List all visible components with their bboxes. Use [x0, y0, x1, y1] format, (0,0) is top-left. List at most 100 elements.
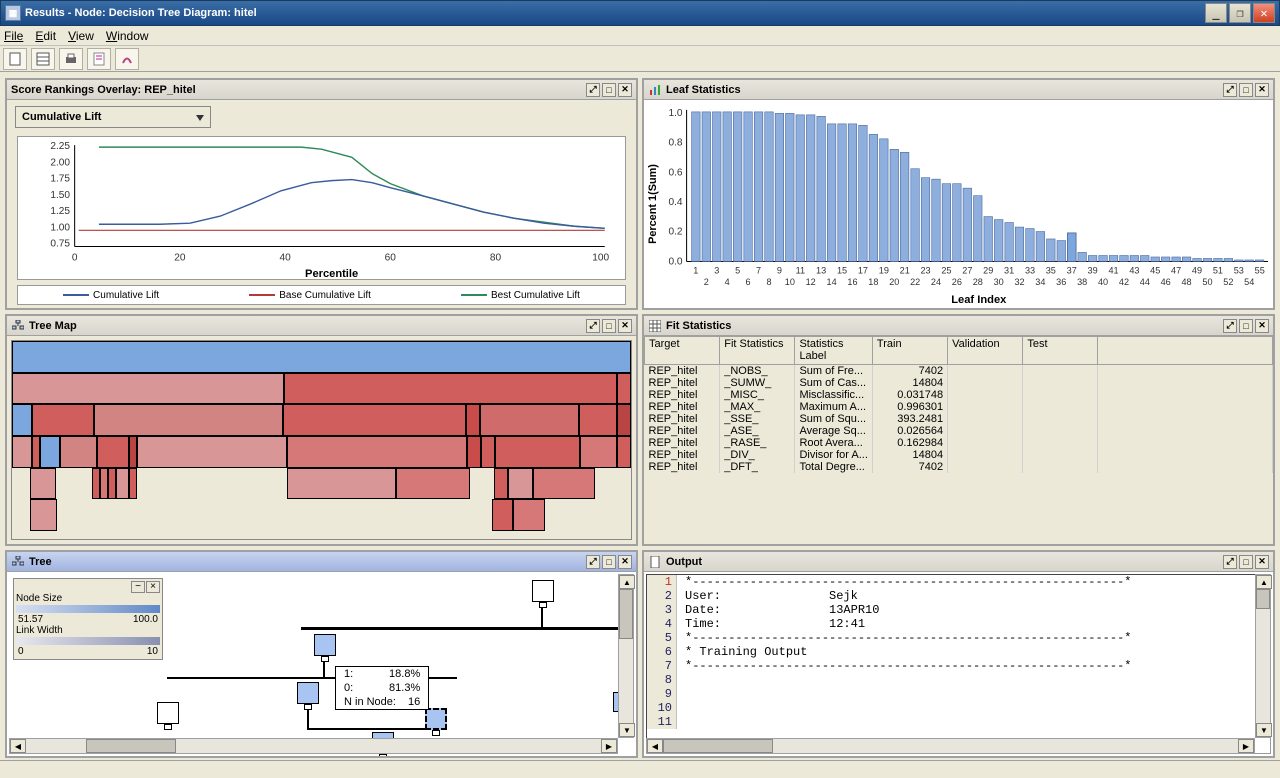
- maximize-panel-icon[interactable]: □: [1239, 555, 1253, 569]
- svg-text:44: 44: [1140, 277, 1150, 287]
- table-row[interactable]: REP_hitel_SUMW_Sum of Cas...14804: [645, 377, 1273, 389]
- output-text[interactable]: 1*--------------------------------------…: [646, 574, 1271, 754]
- col-target[interactable]: Target: [645, 337, 720, 365]
- svg-text:5: 5: [735, 265, 740, 275]
- output-vertical-scrollbar[interactable]: ▲ ▼: [1255, 574, 1271, 738]
- svg-text:32: 32: [1014, 277, 1024, 287]
- col-train[interactable]: Train: [872, 337, 947, 365]
- maximize-button[interactable]: ❐: [1229, 3, 1251, 23]
- svg-text:12: 12: [806, 277, 816, 287]
- menu-file[interactable]: File: [4, 29, 23, 43]
- svg-text:6: 6: [746, 277, 751, 287]
- table-row[interactable]: REP_hitel_SSE_Sum of Squ...393.2481: [645, 413, 1273, 425]
- table-row[interactable]: REP_hitel_NOBS_Sum of Fre...7402: [645, 365, 1273, 378]
- table-row[interactable]: REP_hitel_MAX_Maximum A...0.996301: [645, 401, 1273, 413]
- svg-text:7: 7: [756, 265, 761, 275]
- panel-header-leaf[interactable]: Leaf Statistics ⤢ □ ✕: [644, 80, 1273, 100]
- restore-icon[interactable]: ⤢: [586, 555, 600, 569]
- svg-text:36: 36: [1056, 277, 1066, 287]
- svg-text:0.4: 0.4: [668, 197, 683, 208]
- panel-header-fit[interactable]: Fit Statistics ⤢ □ ✕: [644, 316, 1273, 336]
- minimize-button[interactable]: _: [1205, 3, 1227, 23]
- close-panel-icon[interactable]: ✕: [1255, 83, 1269, 97]
- svg-text:30: 30: [994, 277, 1004, 287]
- panel-header-tree[interactable]: Tree ⤢ □ ✕: [7, 552, 636, 572]
- svg-text:1.25: 1.25: [50, 206, 70, 217]
- svg-text:Leaf Index: Leaf Index: [951, 294, 1007, 306]
- close-panel-icon[interactable]: ✕: [1255, 319, 1269, 333]
- tree-horizontal-scrollbar[interactable]: ◀ ▶: [9, 738, 618, 754]
- panel-header-score[interactable]: Score Rankings Overlay: REP_hitel ⤢ □ ✕: [7, 80, 636, 100]
- panel-title: Fit Statistics: [666, 320, 731, 332]
- tree-vertical-scrollbar[interactable]: ▲ ▼: [618, 574, 634, 738]
- table-icon[interactable]: [31, 48, 55, 70]
- sas-icon[interactable]: [115, 48, 139, 70]
- svg-text:15: 15: [837, 265, 847, 275]
- svg-text:Percent 1(Sum): Percent 1(Sum): [647, 164, 659, 244]
- svg-text:1.00: 1.00: [50, 222, 70, 233]
- table-row[interactable]: REP_hitel_RASE_Root Avera...0.162984: [645, 437, 1273, 449]
- legend-best: Best Cumulative Lift: [461, 290, 580, 301]
- new-icon[interactable]: [3, 48, 27, 70]
- panel-title: Score Rankings Overlay: REP_hitel: [11, 84, 196, 96]
- panel-tree-map: Tree Map ⤢ □ ✕: [5, 314, 638, 546]
- maximize-panel-icon[interactable]: □: [602, 83, 616, 97]
- svg-text:0.0: 0.0: [668, 257, 683, 268]
- svg-text:40: 40: [1098, 277, 1108, 287]
- menu-view[interactable]: View: [68, 29, 94, 43]
- maximize-panel-icon[interactable]: □: [602, 555, 616, 569]
- close-panel-icon[interactable]: ✕: [618, 319, 632, 333]
- col-test[interactable]: Test: [1023, 337, 1098, 365]
- menu-bar: File Edit View Window: [0, 26, 1280, 46]
- status-bar: [0, 760, 1280, 778]
- svg-text:34: 34: [1035, 277, 1045, 287]
- close-button[interactable]: ✕: [1253, 3, 1275, 23]
- svg-text:8: 8: [766, 277, 771, 287]
- maximize-panel-icon[interactable]: □: [602, 319, 616, 333]
- restore-icon[interactable]: ⤢: [1223, 319, 1237, 333]
- svg-text:31: 31: [1004, 265, 1014, 275]
- panel-header-output[interactable]: Output ⤢ □ ✕: [644, 552, 1273, 572]
- menu-edit[interactable]: Edit: [35, 29, 56, 43]
- table-row[interactable]: REP_hitel_MISC_Misclassific...0.031748: [645, 389, 1273, 401]
- svg-text:50: 50: [1202, 277, 1212, 287]
- table-row[interactable]: REP_hitel_ASE_Average Sq...0.026564: [645, 425, 1273, 437]
- panel-title: Tree: [29, 556, 52, 568]
- col-validation[interactable]: Validation: [948, 337, 1023, 365]
- title-bar: ▦ Results - Node: Decision Tree Diagram:…: [0, 0, 1280, 26]
- svg-text:25: 25: [941, 265, 951, 275]
- close-panel-icon[interactable]: ✕: [618, 83, 632, 97]
- restore-icon[interactable]: ⤢: [1223, 83, 1237, 97]
- svg-text:80: 80: [490, 253, 502, 264]
- col-fitstat[interactable]: Fit Statistics: [720, 337, 795, 365]
- print-icon[interactable]: [59, 48, 83, 70]
- col-label[interactable]: Statistics Label: [795, 337, 872, 365]
- notes-icon[interactable]: [87, 48, 111, 70]
- tree-canvas[interactable]: 1:18.8% 0:81.3% N in Node:16: [7, 572, 636, 756]
- panel-fit-statistics: Fit Statistics ⤢ □ ✕ Target Fit Statisti…: [642, 314, 1275, 546]
- svg-text:19: 19: [879, 265, 889, 275]
- menu-window[interactable]: Window: [106, 29, 149, 43]
- svg-text:4: 4: [725, 277, 730, 287]
- restore-icon[interactable]: ⤢: [586, 319, 600, 333]
- panel-score-rankings: Score Rankings Overlay: REP_hitel ⤢ □ ✕ …: [5, 78, 638, 310]
- table-row[interactable]: REP_hitel_DIV_Divisor for A...14804: [645, 449, 1273, 461]
- svg-text:0.8: 0.8: [668, 138, 683, 149]
- svg-text:26: 26: [952, 277, 962, 287]
- fit-statistics-table[interactable]: Target Fit Statistics Statistics Label T…: [644, 336, 1273, 473]
- svg-text:35: 35: [1046, 265, 1056, 275]
- tree-icon: [11, 555, 25, 569]
- panel-title: Output: [666, 556, 702, 568]
- chart-metric-dropdown[interactable]: Cumulative Lift: [15, 106, 211, 128]
- restore-icon[interactable]: ⤢: [586, 83, 600, 97]
- maximize-panel-icon[interactable]: □: [1239, 83, 1253, 97]
- svg-text:17: 17: [858, 265, 868, 275]
- panel-header-treemap[interactable]: Tree Map ⤢ □ ✕: [7, 316, 636, 336]
- maximize-panel-icon[interactable]: □: [1239, 319, 1253, 333]
- close-panel-icon[interactable]: ✕: [1255, 555, 1269, 569]
- restore-icon[interactable]: ⤢: [1223, 555, 1237, 569]
- close-panel-icon[interactable]: ✕: [618, 555, 632, 569]
- output-horizontal-scrollbar[interactable]: ◀ ▶: [646, 738, 1255, 754]
- legend-cumlift: Cumulative Lift: [63, 290, 159, 301]
- table-row[interactable]: REP_hitel_DFT_Total Degre...7402: [645, 461, 1273, 473]
